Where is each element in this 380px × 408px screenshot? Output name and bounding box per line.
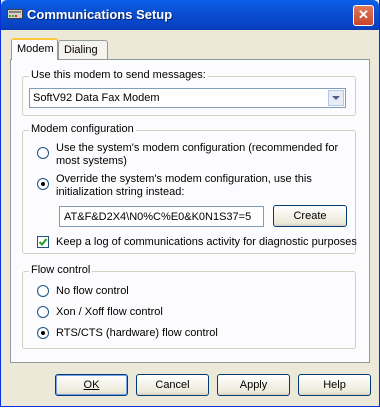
- init-string-value: AT&F&D2X4\N0%C%E0&K0N1S37=5: [64, 211, 252, 223]
- radio-system-config-label-line2: most systems): [56, 155, 127, 167]
- tab-modem[interactable]: Modem: [11, 38, 58, 60]
- radio-system-config-label-line1: Use the system's modem configuration (re…: [56, 142, 339, 154]
- chevron-down-icon: [332, 96, 340, 100]
- radio-override-config-label-line2: initialization string instead:: [56, 186, 185, 198]
- apply-button[interactable]: Apply: [217, 374, 290, 396]
- radio-xon-xoff-label: Xon / Xoff flow control: [56, 306, 163, 318]
- cancel-button[interactable]: Cancel: [136, 374, 209, 396]
- log-activity-checkbox[interactable]: [37, 236, 49, 248]
- modem-select-legend: Use this modem to send messages:: [29, 69, 208, 81]
- checkmark-icon: [38, 238, 48, 246]
- communications-setup-dialog: Communications Setup ✕ Modem Dialing Use…: [0, 0, 380, 407]
- radio-xon-xoff[interactable]: [37, 306, 49, 318]
- radio-selected-dot: [41, 331, 45, 335]
- modem-dropdown[interactable]: SoftV92 Data Fax Modem: [29, 88, 346, 108]
- window-title: Communications Setup: [27, 7, 173, 22]
- radio-selected-dot: [41, 182, 45, 186]
- radio-rts-cts[interactable]: [37, 327, 49, 339]
- close-icon: ✕: [358, 7, 369, 22]
- radio-override-config-label-line1: Override the system's modem configuratio…: [56, 173, 312, 185]
- modem-config-legend: Modem configuration: [29, 123, 136, 135]
- flow-control-legend: Flow control: [29, 264, 93, 276]
- cancel-button-label: Cancel: [155, 379, 190, 391]
- create-button[interactable]: Create: [273, 205, 347, 227]
- radio-rts-cts-label: RTS/CTS (hardware) flow control: [56, 327, 218, 339]
- radio-no-flow-control[interactable]: [37, 285, 49, 297]
- radio-override-config[interactable]: [37, 178, 49, 190]
- tab-modem-label: Modem: [17, 43, 54, 55]
- apply-button-label: Apply: [239, 379, 268, 391]
- ok-button-label: OK: [83, 379, 100, 391]
- help-button[interactable]: Help: [298, 374, 371, 396]
- log-activity-label: Keep a log of communications activity fo…: [56, 236, 357, 248]
- dropdown-arrow-button[interactable]: [328, 90, 344, 106]
- radio-no-flow-control-label: No flow control: [56, 285, 129, 297]
- init-string-input[interactable]: AT&F&D2X4\N0%C%E0&K0N1S37=5: [59, 206, 264, 227]
- tab-dialing-label: Dialing: [64, 44, 98, 56]
- create-button-label: Create: [293, 210, 327, 222]
- tab-dialing[interactable]: Dialing: [58, 40, 108, 59]
- modem-icon: [7, 9, 23, 19]
- modem-dropdown-value: SoftV92 Data Fax Modem: [33, 92, 160, 104]
- close-button[interactable]: ✕: [353, 5, 374, 26]
- ok-button[interactable]: OK: [55, 374, 128, 396]
- radio-system-config[interactable]: [37, 147, 49, 159]
- title-bar[interactable]: Communications Setup ✕: [1, 0, 379, 30]
- help-button-label: Help: [323, 379, 346, 391]
